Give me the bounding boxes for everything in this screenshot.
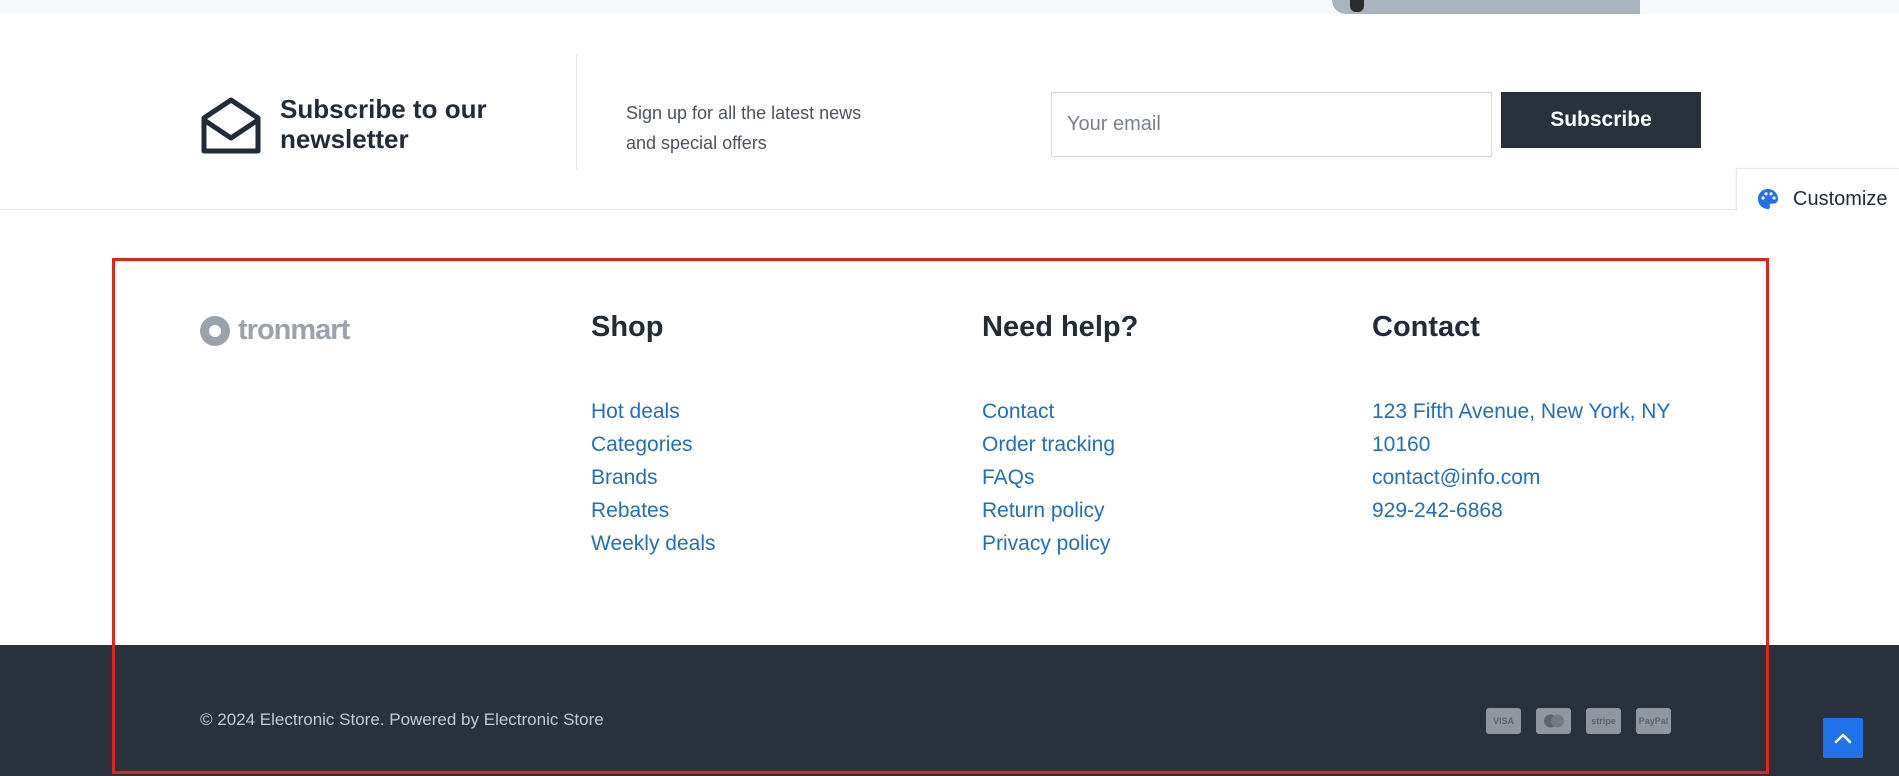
chevron-up-icon: [1834, 733, 1852, 744]
list-item: Privacy policy: [982, 527, 1138, 560]
footer-heading-help: Need help?: [982, 311, 1139, 343]
subscribe-button[interactable]: Subscribe: [1501, 92, 1701, 148]
newsletter-divider: [576, 54, 577, 170]
footer-heading-contact: Contact: [1372, 311, 1480, 343]
list-item: Categories: [591, 428, 716, 461]
copyright-text: © 2024 Electronic Store. Powered by Elec…: [200, 710, 604, 729]
visa-icon: VISA: [1486, 708, 1521, 734]
list-item: Hot deals: [591, 395, 716, 428]
payment-methods: VISA stripe PayPal: [1486, 708, 1671, 734]
envelope-open-icon: [201, 97, 261, 154]
footer-link-weekly-deals[interactable]: Weekly deals: [591, 532, 716, 555]
list-item: 123 Fifth Avenue, New York, NY 10160: [1372, 395, 1702, 461]
list-item: Rebates: [591, 494, 716, 527]
list-item: Contact: [982, 395, 1138, 428]
logo-text: tronmart: [238, 314, 350, 346]
newsletter-title: Subscribe to our newsletter: [280, 94, 487, 154]
footer-link-hot-deals[interactable]: Hot deals: [591, 400, 680, 423]
footer-link-categories[interactable]: Categories: [591, 433, 693, 456]
customize-label: Customize: [1793, 187, 1888, 210]
newsletter-description: Sign up for all the latest news and spec…: [626, 103, 862, 153]
list-item: contact@info.com: [1372, 461, 1702, 494]
footer-link-order-tracking[interactable]: Order tracking: [982, 433, 1115, 456]
footer-bottom-bar: © 2024 Electronic Store. Powered by Elec…: [0, 645, 1899, 776]
footer-link-contact[interactable]: Contact: [982, 400, 1054, 423]
contact-email-link[interactable]: contact@info.com: [1372, 466, 1540, 489]
list-item: FAQs: [982, 461, 1138, 494]
footer-link-return-policy[interactable]: Return policy: [982, 499, 1105, 522]
list-item: 929-242-6868: [1372, 494, 1702, 527]
hero-image: [1332, 0, 1640, 14]
newsletter-section: Subscribe to our newsletter Sign up for …: [0, 14, 1899, 210]
footer-heading-shop: Shop: [591, 311, 664, 343]
brand-logo[interactable]: tronmart: [200, 314, 350, 347]
paypal-icon: PayPal: [1636, 708, 1671, 734]
footer-link-privacy-policy[interactable]: Privacy policy: [982, 532, 1110, 555]
scroll-to-top-button[interactable]: [1823, 718, 1863, 758]
contact-address-link[interactable]: 123 Fifth Avenue, New York, NY 10160: [1372, 400, 1670, 456]
footer-column-shop: Shop Hot deals Categories Brands Rebates…: [591, 309, 716, 560]
list-item: Weekly deals: [591, 527, 716, 560]
footer-link-faqs[interactable]: FAQs: [982, 466, 1035, 489]
palette-icon: [1758, 189, 1778, 209]
mastercard-icon: [1536, 708, 1571, 734]
footer-link-brands[interactable]: Brands: [591, 466, 658, 489]
list-item: Brands: [591, 461, 716, 494]
footer-main: tronmart Shop Hot deals Categories Brand…: [0, 211, 1899, 646]
contact-phone-link[interactable]: 929-242-6868: [1372, 499, 1503, 522]
footer-column-contact: Contact 123 Fifth Avenue, New York, NY 1…: [1372, 309, 1702, 527]
footer-column-help: Need help? Contact Order tracking FAQs R…: [982, 309, 1138, 560]
email-input[interactable]: [1051, 92, 1492, 157]
footer-link-rebates[interactable]: Rebates: [591, 499, 669, 522]
stripe-icon: stripe: [1586, 708, 1621, 734]
list-item: Return policy: [982, 494, 1138, 527]
list-item: Order tracking: [982, 428, 1138, 461]
logo-mark-icon: [200, 315, 230, 346]
